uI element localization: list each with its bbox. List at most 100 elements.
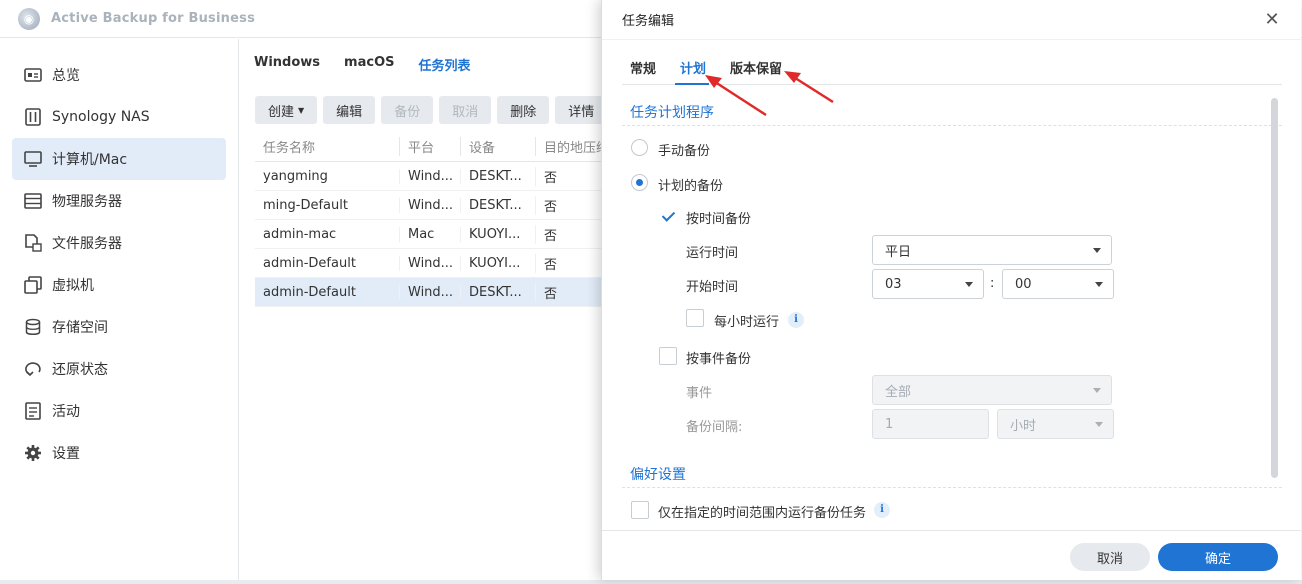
- server-icon: [24, 192, 42, 210]
- table-row[interactable]: admin-Default Wind... KUOYI... 否: [255, 249, 615, 278]
- column-header-task-name[interactable]: 任务名称: [255, 137, 399, 156]
- sidebar-item-label: 虚拟机: [52, 278, 94, 294]
- table-row[interactable]: admin-mac Mac KUOYI... 否: [255, 220, 615, 249]
- sidebar-item-label: 设置: [52, 446, 80, 462]
- storage-icon: [24, 318, 42, 336]
- tab-windows[interactable]: Windows: [254, 55, 320, 78]
- sidebar-item-settings[interactable]: 设置: [12, 432, 226, 474]
- caret-down-icon: ▼: [298, 105, 305, 115]
- table-cell: KUOYI...: [460, 226, 535, 242]
- dialog-title: 任务编辑: [622, 14, 675, 29]
- run-time-select[interactable]: 平日: [872, 235, 1112, 265]
- by-event-checkbox[interactable]: [659, 347, 677, 365]
- table-cell: Wind...: [399, 168, 460, 184]
- tab-divider: [622, 84, 1282, 85]
- start-time-label: 开始时间: [686, 280, 739, 295]
- run-time-label: 运行时间: [686, 246, 739, 261]
- create-button[interactable]: 创建 ▼: [255, 96, 318, 124]
- by-event-label: 按事件备份: [686, 352, 752, 367]
- time-window-label: 仅在指定的时间范围内运行备份任务: [658, 506, 867, 521]
- dialog-header: 任务编辑: [602, 0, 1301, 40]
- backup-button[interactable]: 备份: [381, 96, 434, 124]
- tab-schedule[interactable]: 计划: [680, 58, 706, 77]
- chevron-down-icon: [965, 282, 973, 287]
- column-header-platform[interactable]: 平台: [399, 137, 460, 156]
- sidebar: 总览 Synology NAS 计算机/Mac 物理服务器 文件服务器 虚拟机 …: [0, 39, 239, 580]
- table-cell: Wind...: [399, 255, 460, 271]
- column-header-device[interactable]: 设备: [460, 137, 535, 156]
- time-window-checkbox[interactable]: [631, 501, 649, 519]
- scheduled-backup-radio[interactable]: [631, 174, 648, 191]
- sidebar-item-storage[interactable]: 存储空间: [12, 306, 226, 348]
- by-time-checkbox[interactable]: [659, 207, 677, 225]
- hourly-checkbox[interactable]: [686, 309, 704, 327]
- dialog-tabs: 常规 计划 版本保留: [630, 58, 806, 77]
- interval-input[interactable]: 1: [872, 409, 989, 439]
- sidebar-item-synology-nas[interactable]: Synology NAS: [12, 96, 226, 138]
- confirm-button[interactable]: 确定: [1158, 543, 1278, 571]
- table-row-selected[interactable]: admin-Default Wind... DESKT... 否: [255, 278, 615, 307]
- start-hour-select[interactable]: 03: [872, 269, 984, 299]
- cancel-button[interactable]: 取消: [1070, 543, 1150, 571]
- table-cell: Mac: [399, 226, 460, 242]
- details-button[interactable]: 详情: [555, 96, 608, 124]
- chevron-down-icon: [1093, 248, 1101, 253]
- sidebar-item-restore-status[interactable]: 还原状态: [12, 348, 226, 390]
- table-cell: KUOYI...: [460, 255, 535, 271]
- scheduled-backup-label: 计划的备份: [658, 179, 724, 194]
- sidebar-item-label: 活动: [52, 404, 80, 420]
- cancel-task-button[interactable]: 取消: [439, 96, 492, 124]
- toolbar: 创建 ▼ 编辑 备份 取消 删除 详情: [255, 96, 613, 124]
- interval-unit-select[interactable]: 小时: [997, 409, 1114, 439]
- run-time-value: 平日: [885, 244, 912, 260]
- section-divider: [622, 487, 1282, 488]
- sidebar-item-label: 计算机/Mac: [52, 152, 128, 168]
- sidebar-item-physical-server[interactable]: 物理服务器: [12, 180, 226, 222]
- scrollbar[interactable]: [1271, 98, 1278, 478]
- sidebar-item-computer-mac[interactable]: 计算机/Mac: [12, 138, 226, 180]
- tab-task-list[interactable]: 任务列表: [419, 55, 471, 78]
- sidebar-item-label: 总览: [52, 68, 80, 84]
- event-label: 事件: [686, 386, 713, 401]
- tab-general[interactable]: 常规: [630, 58, 656, 77]
- sidebar-item-label: 物理服务器: [52, 194, 122, 210]
- section-divider: [622, 125, 1282, 126]
- start-minute-select[interactable]: 00: [1002, 269, 1114, 299]
- task-edit-dialog: 任务编辑 ✕ 常规 计划 版本保留 任务计划程序 手动备份 计划的备份 按时间备…: [601, 0, 1301, 580]
- active-tab-indicator: [675, 83, 709, 85]
- dialog-footer: 取消 确定: [602, 530, 1301, 580]
- manual-backup-radio[interactable]: [631, 139, 648, 156]
- time-separator: :: [990, 276, 995, 291]
- event-value: 全部: [885, 384, 912, 400]
- chevron-down-icon: [1093, 388, 1101, 393]
- table-row[interactable]: yangming Wind... DESKT... 否: [255, 162, 615, 191]
- edit-button[interactable]: 编辑: [323, 96, 376, 124]
- tab-macos[interactable]: macOS: [344, 55, 394, 78]
- activity-icon: [24, 402, 42, 420]
- table-cell: DESKT...: [460, 197, 535, 213]
- table-cell: yangming: [263, 168, 328, 184]
- table-row[interactable]: ming-Default Wind... DESKT... 否: [255, 191, 615, 220]
- file-server-icon: [24, 234, 42, 252]
- section-title-scheduler: 任务计划程序: [630, 105, 714, 121]
- table-cell: Wind...: [399, 284, 460, 300]
- sidebar-item-vm[interactable]: 虚拟机: [12, 264, 226, 306]
- interval-label: 备份间隔:: [686, 420, 743, 435]
- by-time-label: 按时间备份: [686, 212, 752, 227]
- chevron-down-icon: [1095, 422, 1103, 427]
- sidebar-item-label: 存储空间: [52, 320, 108, 336]
- sidebar-item-activity[interactable]: 活动: [12, 390, 226, 432]
- delete-button[interactable]: 删除: [497, 96, 550, 124]
- sidebar-item-overview[interactable]: 总览: [12, 54, 226, 96]
- info-icon[interactable]: i: [788, 312, 804, 328]
- tab-retention[interactable]: 版本保留: [730, 58, 782, 77]
- table-cell: ming-Default: [263, 197, 348, 213]
- close-icon[interactable]: ✕: [1263, 11, 1281, 29]
- info-icon[interactable]: i: [874, 502, 890, 518]
- app-title: Active Backup for Business: [51, 11, 256, 26]
- gear-icon: [24, 444, 42, 462]
- sidebar-item-file-server[interactable]: 文件服务器: [12, 222, 226, 264]
- table-cell: DESKT...: [460, 168, 535, 184]
- restore-icon: [24, 360, 42, 378]
- event-select[interactable]: 全部: [872, 375, 1112, 405]
